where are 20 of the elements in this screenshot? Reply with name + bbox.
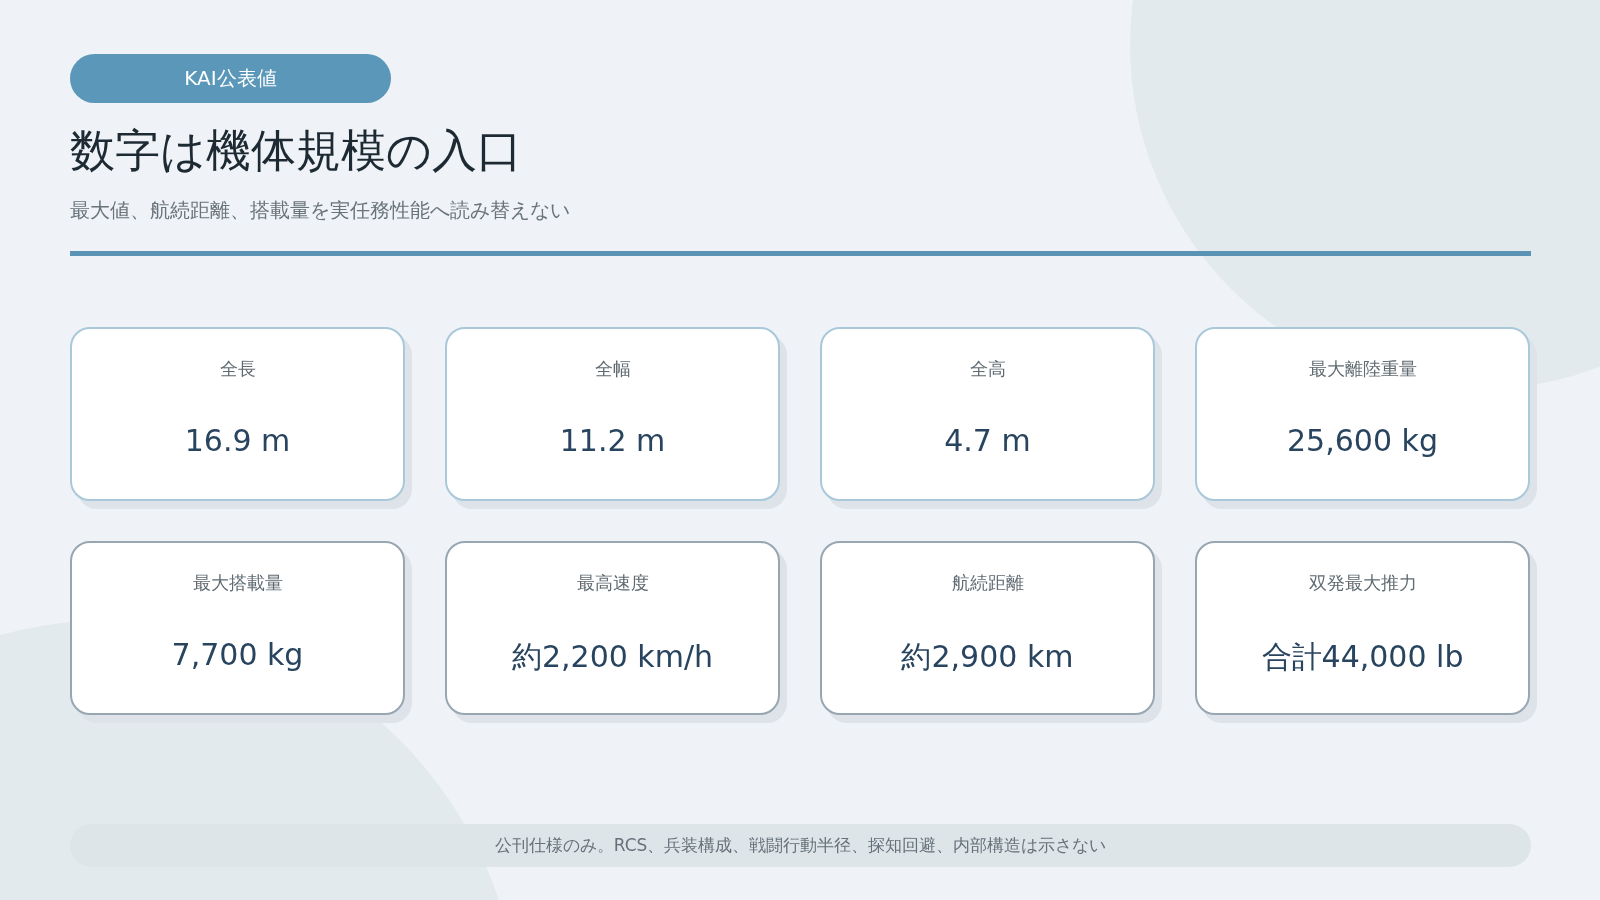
spec-value: 約2,200 km/h [511,638,714,676]
subtitle: 最大値、航続距離、搭載量を実任務性能へ読み替えない [70,197,571,224]
spec-value: 16.9 m [184,423,291,458]
spec-label: 双発最大推力 [1308,571,1417,595]
spec-value: 25,600 kg [1287,423,1438,458]
spec-value: 合計44,000 lb [1261,638,1464,676]
spec-value: 約2,900 km [901,638,1074,676]
spec-label: 最大離陸重量 [1308,357,1417,381]
spec-label: 全幅 [594,357,631,381]
spec-value: 7,700 kg [171,637,304,672]
spec-label: 航続距離 [951,571,1024,595]
spec-label: 最大搭載量 [192,571,283,595]
badge: KAI公表値 [70,54,391,103]
slide-title: 数字は機体規模の入口 [70,123,523,179]
spec-value: 11.2 m [559,423,666,458]
spec-value: 4.7 m [944,423,1031,458]
spec-label: 全長 [219,357,256,381]
spec-label: 最高速度 [576,571,649,595]
footnote: 公刊仕様のみ。RCS、兵装構成、戦闘行動半径、探知回避、内部構造は示さない [70,824,1531,867]
spec-label: 全高 [969,357,1006,381]
